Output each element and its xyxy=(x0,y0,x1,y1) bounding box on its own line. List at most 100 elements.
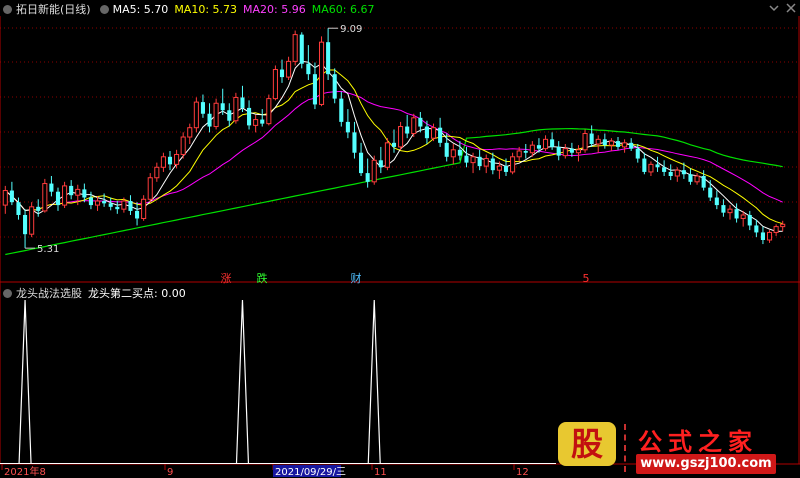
main-grid xyxy=(0,16,800,465)
candle-body-up xyxy=(773,226,779,233)
candle-body-up xyxy=(193,101,199,129)
candle-body-down xyxy=(247,107,252,126)
x-tick-label: 12 xyxy=(516,467,529,478)
candle-body-up xyxy=(450,149,456,158)
candle-body-down xyxy=(306,63,311,75)
ma20-label: MA20: 5.96 xyxy=(243,2,306,16)
event-zhang-label: 涨 xyxy=(221,272,232,285)
candle-body-down xyxy=(662,167,667,172)
indicator-circle-icon[interactable] xyxy=(3,288,12,298)
x-axis: 2021年8 9 2021/09/29/三 11 12 xyxy=(1,464,529,478)
candle-body-up xyxy=(510,156,516,173)
ma10-label: MA10: 5.73 xyxy=(174,2,238,16)
candle-body-up xyxy=(75,188,81,196)
candle-body-down xyxy=(464,155,469,163)
candle-body-up xyxy=(608,140,614,146)
candle-body-up xyxy=(766,231,773,241)
candle-body-down xyxy=(9,190,14,203)
candle-body-down xyxy=(503,166,509,172)
candle-body-up xyxy=(272,69,278,100)
candle-body-up xyxy=(160,156,166,168)
high-price-label: 9.09 xyxy=(340,24,362,35)
candle-body-down xyxy=(378,160,383,168)
candle-body-up xyxy=(2,190,8,206)
candle-body-up xyxy=(253,119,259,126)
candle-body-up xyxy=(542,138,549,150)
candle-body-up xyxy=(154,166,160,179)
candle-body-down xyxy=(681,170,686,175)
candle-body-up xyxy=(292,34,298,62)
candle-body-up xyxy=(516,150,522,158)
candle-body-up xyxy=(147,177,153,200)
settings-circle-icon[interactable] xyxy=(3,4,12,14)
candle-body-down xyxy=(550,139,555,147)
candle-body-up xyxy=(575,149,582,154)
ma5-label: MA5: 5.70 xyxy=(112,2,169,16)
candle-body-down xyxy=(359,152,364,174)
candle-body-up xyxy=(595,138,601,145)
event-five-label: 5 xyxy=(583,272,590,285)
candle-body-up xyxy=(622,142,628,148)
candle-body-down xyxy=(438,127,443,143)
candle-body-up xyxy=(727,208,733,214)
candle-body-down xyxy=(721,205,726,213)
candle-body-down xyxy=(260,119,265,124)
candle-body-up xyxy=(398,126,404,148)
candle-body-up xyxy=(582,133,588,151)
close-icon[interactable] xyxy=(785,2,797,14)
candle-body-up xyxy=(430,127,437,139)
candle-body-up xyxy=(496,165,502,171)
candle-body-down xyxy=(128,201,133,211)
candle-body-down xyxy=(405,126,410,134)
candle-body-down xyxy=(135,210,140,219)
candle-body-down xyxy=(714,197,719,206)
candle-body-up xyxy=(233,96,239,122)
candle-body-down xyxy=(207,113,212,127)
main-legend: 拓日新能(日线) MA5: 5.70 MA10: 5.73 MA20: 5.96… xyxy=(0,1,380,17)
candle-body-up xyxy=(740,214,746,219)
candle-body-up xyxy=(780,223,786,228)
candle-body-down xyxy=(418,117,423,127)
toggle-circle-icon[interactable] xyxy=(99,4,109,14)
candle-body-down xyxy=(88,197,93,206)
candle-body-down xyxy=(345,121,350,133)
candle-body-down xyxy=(352,132,357,153)
candle-body-down xyxy=(115,206,120,210)
candle-body-up xyxy=(29,206,35,235)
candle-body-down xyxy=(55,191,61,206)
candle-body-up xyxy=(562,148,568,157)
candle-body-down xyxy=(299,34,304,64)
chart-canvas[interactable]: 9.09 5.31 涨 跌 财 5 2021年8 9 2021/09/29/三 11 12 xyxy=(0,0,800,478)
indicator-legend: 龙头战法选股 龙头第二买点: 0.00 xyxy=(0,285,192,301)
logo-url: www.gszj100.com xyxy=(636,454,776,474)
candle-body-down xyxy=(23,214,28,235)
minimize-icon[interactable] xyxy=(768,2,780,14)
candle-body-down xyxy=(708,187,713,198)
candle-body-down xyxy=(589,133,594,144)
moving-average-lines xyxy=(4,60,783,256)
candle-body-up xyxy=(648,163,654,173)
stock-name: 拓日新能(日线) xyxy=(16,3,91,16)
candle-body-down xyxy=(227,110,232,121)
candle-body-down xyxy=(312,74,317,105)
candle-body-down xyxy=(629,142,634,149)
candle-body-down xyxy=(688,174,693,182)
indicator-value: 龙头第二买点: 0.00 xyxy=(88,287,186,300)
logo-title: 公式之家 xyxy=(638,427,758,456)
candle-body-down xyxy=(332,74,337,99)
candle-body-up xyxy=(121,200,127,210)
candle-body-down xyxy=(424,126,429,139)
candle-body-up xyxy=(483,158,489,167)
candle-body-up xyxy=(180,136,186,155)
candle-body-up xyxy=(694,175,700,183)
candle-body-down xyxy=(536,145,541,149)
candle-body-down xyxy=(167,156,173,165)
candle-body-up xyxy=(371,159,377,183)
candle-body-up xyxy=(187,127,193,138)
candle-body-down xyxy=(523,150,528,153)
event-die-label: 跌 xyxy=(257,271,268,285)
candle-body-down xyxy=(635,148,640,159)
candle-body-down xyxy=(747,214,752,226)
candle-body-down xyxy=(602,139,607,146)
candle-body-down xyxy=(668,171,673,176)
